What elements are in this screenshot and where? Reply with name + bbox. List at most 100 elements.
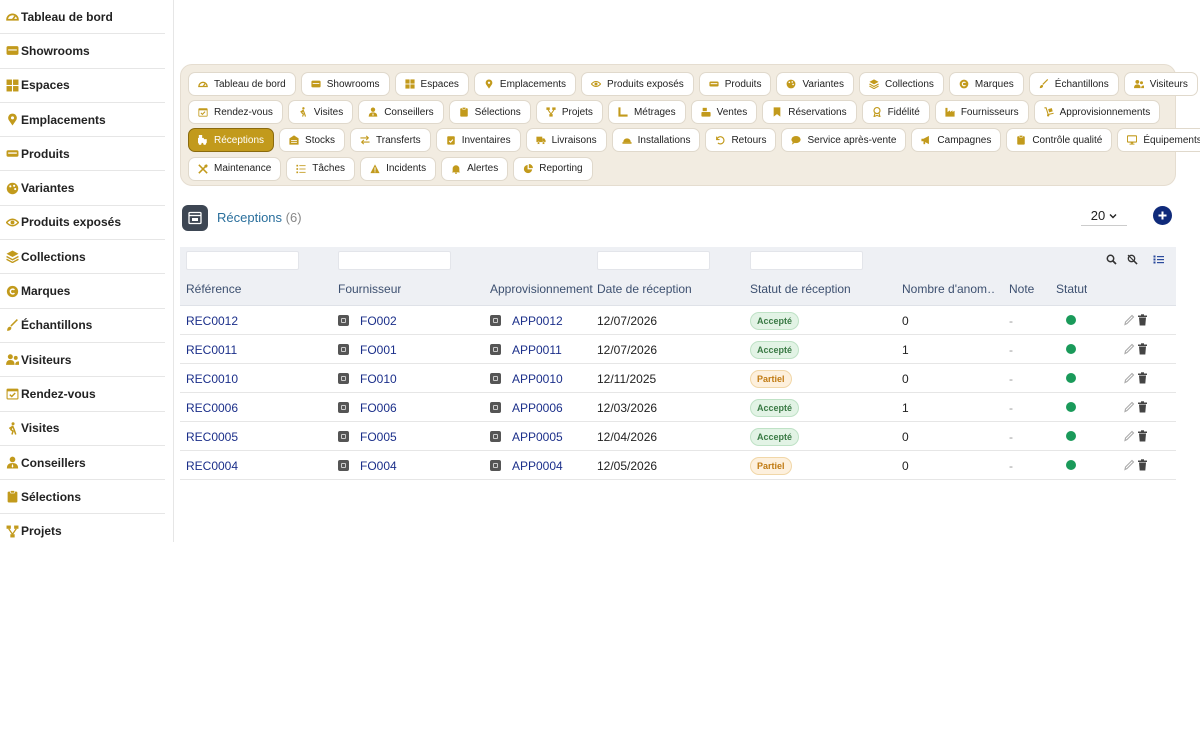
fournisseur-cell[interactable]: FO006 xyxy=(338,401,397,415)
delete-icon[interactable] xyxy=(1137,430,1148,442)
sidebar-item-emplacements[interactable]: Emplacements xyxy=(0,103,165,138)
sidebar-item-variantes[interactable]: Variantes xyxy=(0,171,165,206)
clear-filter-icon[interactable] xyxy=(1127,254,1138,265)
tab-retours[interactable]: Retours xyxy=(705,128,777,153)
column-header-fournisseur[interactable]: Fournisseur xyxy=(338,282,401,296)
filter-reference-input[interactable] xyxy=(186,251,299,270)
tab-fournisseurs[interactable]: Fournisseurs xyxy=(934,100,1029,125)
edit-icon[interactable] xyxy=(1124,314,1135,326)
column-header-statut-reception[interactable]: Statut de réception xyxy=(750,282,851,296)
delete-icon[interactable] xyxy=(1137,314,1148,326)
tab-approvisionnements[interactable]: Approvisionnements xyxy=(1033,100,1161,125)
tab-campagnes[interactable]: Campagnes xyxy=(911,128,1002,153)
tab-echantillons[interactable]: Échantillons xyxy=(1028,72,1119,97)
sidebar-item-collections[interactable]: Collections xyxy=(0,240,165,275)
tab-produits-exposes[interactable]: Produits exposés xyxy=(581,72,694,97)
fournisseur-link[interactable]: FO010 xyxy=(360,372,397,386)
filter-fournisseur-input[interactable] xyxy=(338,251,451,270)
fournisseur-cell[interactable]: FO004 xyxy=(338,459,397,473)
search-icon[interactable] xyxy=(1106,254,1117,265)
tab-marques[interactable]: Marques xyxy=(948,72,1024,97)
tab-variantes[interactable]: Variantes xyxy=(776,72,854,97)
sidebar-item-produits[interactable]: Produits xyxy=(0,137,165,172)
appro-link[interactable]: APP0006 xyxy=(512,401,563,415)
tab-collections[interactable]: Collections xyxy=(858,72,944,97)
tab-receptions[interactable]: Réceptions xyxy=(188,128,275,153)
tab-livraisons[interactable]: Livraisons xyxy=(525,128,607,153)
sidebar-item-produits-exposes[interactable]: Produits exposés xyxy=(0,206,165,241)
columns-list-icon[interactable] xyxy=(1153,254,1164,265)
tab-reservations[interactable]: Réservations xyxy=(762,100,857,125)
delete-icon[interactable] xyxy=(1137,343,1148,355)
appro-link[interactable]: APP0010 xyxy=(512,372,563,386)
sidebar-item-espaces[interactable]: Espaces xyxy=(0,69,165,103)
tab-projets[interactable]: Projets xyxy=(535,100,603,125)
tab-selections[interactable]: Sélections xyxy=(448,100,531,125)
delete-icon[interactable] xyxy=(1137,401,1148,413)
sidebar-item-visiteurs[interactable]: Visiteurs xyxy=(0,343,165,378)
tab-produits[interactable]: Produits xyxy=(698,72,772,97)
tab-visites[interactable]: Visites xyxy=(287,100,354,125)
page-size-select[interactable]: 20 xyxy=(1081,206,1127,226)
edit-icon[interactable] xyxy=(1124,372,1135,384)
fournisseur-link[interactable]: FO002 xyxy=(360,314,397,328)
tab-transferts[interactable]: Transferts xyxy=(350,128,431,153)
appro-cell[interactable]: APP0010 xyxy=(490,372,563,386)
appro-link[interactable]: APP0012 xyxy=(512,314,563,328)
appro-link[interactable]: APP0004 xyxy=(512,459,563,473)
filter-statut-reception-input[interactable] xyxy=(750,251,863,270)
sidebar-item-conseillers[interactable]: Conseillers xyxy=(0,446,165,481)
table-row[interactable]: REC0012 FO002 APP0012 12/07/2026 Accepté 0 - xyxy=(180,306,1176,335)
tab-emplacements[interactable]: Emplacements xyxy=(473,72,577,97)
table-row[interactable]: REC0010 FO010 APP0010 12/11/2025 Partiel 0 - xyxy=(180,364,1176,393)
tab-rendez-vous[interactable]: Rendez-vous xyxy=(188,100,283,125)
reference-link[interactable]: REC0006 xyxy=(186,401,238,415)
fournisseur-link[interactable]: FO006 xyxy=(360,401,397,415)
tab-inventaires[interactable]: Inventaires xyxy=(435,128,521,153)
tab-controle-qualite[interactable]: Contrôle qualité xyxy=(1006,128,1113,153)
sidebar-item-echantillons[interactable]: Échantillons xyxy=(0,309,165,343)
fournisseur-link[interactable]: FO005 xyxy=(360,430,397,444)
tab-showrooms[interactable]: Showrooms xyxy=(300,72,390,97)
table-row[interactable]: REC0006 FO006 APP0006 12/03/2026 Accepté 1 - xyxy=(180,393,1176,422)
edit-icon[interactable] xyxy=(1124,430,1135,442)
edit-icon[interactable] xyxy=(1124,459,1135,471)
tab-espaces[interactable]: Espaces xyxy=(394,72,469,97)
tab-reporting[interactable]: Reporting xyxy=(513,156,593,181)
sidebar-item-tableau-de-bord[interactable]: Tableau de bord xyxy=(0,0,165,35)
reference-link[interactable]: REC0004 xyxy=(186,459,238,473)
fournisseur-link[interactable]: FO001 xyxy=(360,343,397,357)
sidebar-item-visites[interactable]: Visites xyxy=(0,412,165,446)
column-header-statut[interactable]: Statut xyxy=(1056,282,1087,296)
tab-service-apres-vente[interactable]: Service après-vente xyxy=(781,128,907,153)
tab-stocks[interactable]: Stocks xyxy=(279,128,346,153)
fournisseur-cell[interactable]: FO010 xyxy=(338,372,397,386)
sidebar-item-rendez-vous[interactable]: Rendez-vous xyxy=(0,377,165,412)
reference-link[interactable]: REC0010 xyxy=(186,372,238,386)
tab-conseillers[interactable]: Conseillers xyxy=(358,100,444,125)
column-header-note[interactable]: Note xyxy=(1009,282,1034,296)
table-row[interactable]: REC0005 FO005 APP0005 12/04/2026 Accepté 0 - xyxy=(180,422,1176,451)
column-header-approvisionnement[interactable]: Approvisionnement xyxy=(490,282,593,296)
edit-icon[interactable] xyxy=(1124,343,1135,355)
reference-link[interactable]: REC0005 xyxy=(186,430,238,444)
filter-date-input[interactable] xyxy=(597,251,710,270)
reference-link[interactable]: REC0012 xyxy=(186,314,238,328)
tab-metrages[interactable]: Métrages xyxy=(607,100,686,125)
table-row[interactable]: REC0004 FO004 APP0004 12/05/2026 Partiel 0 - xyxy=(180,451,1176,480)
appro-cell[interactable]: APP0011 xyxy=(490,343,562,357)
tab-tableau-de-bord[interactable]: Tableau de bord xyxy=(188,72,296,97)
tab-equipements[interactable]: Équipements xyxy=(1117,128,1200,153)
tab-ventes[interactable]: Ventes xyxy=(690,100,758,125)
tab-fidelite[interactable]: Fidélité xyxy=(861,100,930,125)
sidebar-item-marques[interactable]: Marques xyxy=(0,274,165,309)
column-header-reference[interactable]: Référence xyxy=(186,282,241,296)
delete-icon[interactable] xyxy=(1137,459,1148,471)
appro-cell[interactable]: APP0004 xyxy=(490,459,563,473)
add-button[interactable] xyxy=(1153,206,1172,225)
appro-link[interactable]: APP0011 xyxy=(512,343,562,357)
tab-visiteurs[interactable]: Visiteurs xyxy=(1123,72,1198,97)
reference-link[interactable]: REC0011 xyxy=(186,343,237,357)
sidebar-item-selections[interactable]: Sélections xyxy=(0,480,165,515)
fournisseur-cell[interactable]: FO005 xyxy=(338,430,397,444)
